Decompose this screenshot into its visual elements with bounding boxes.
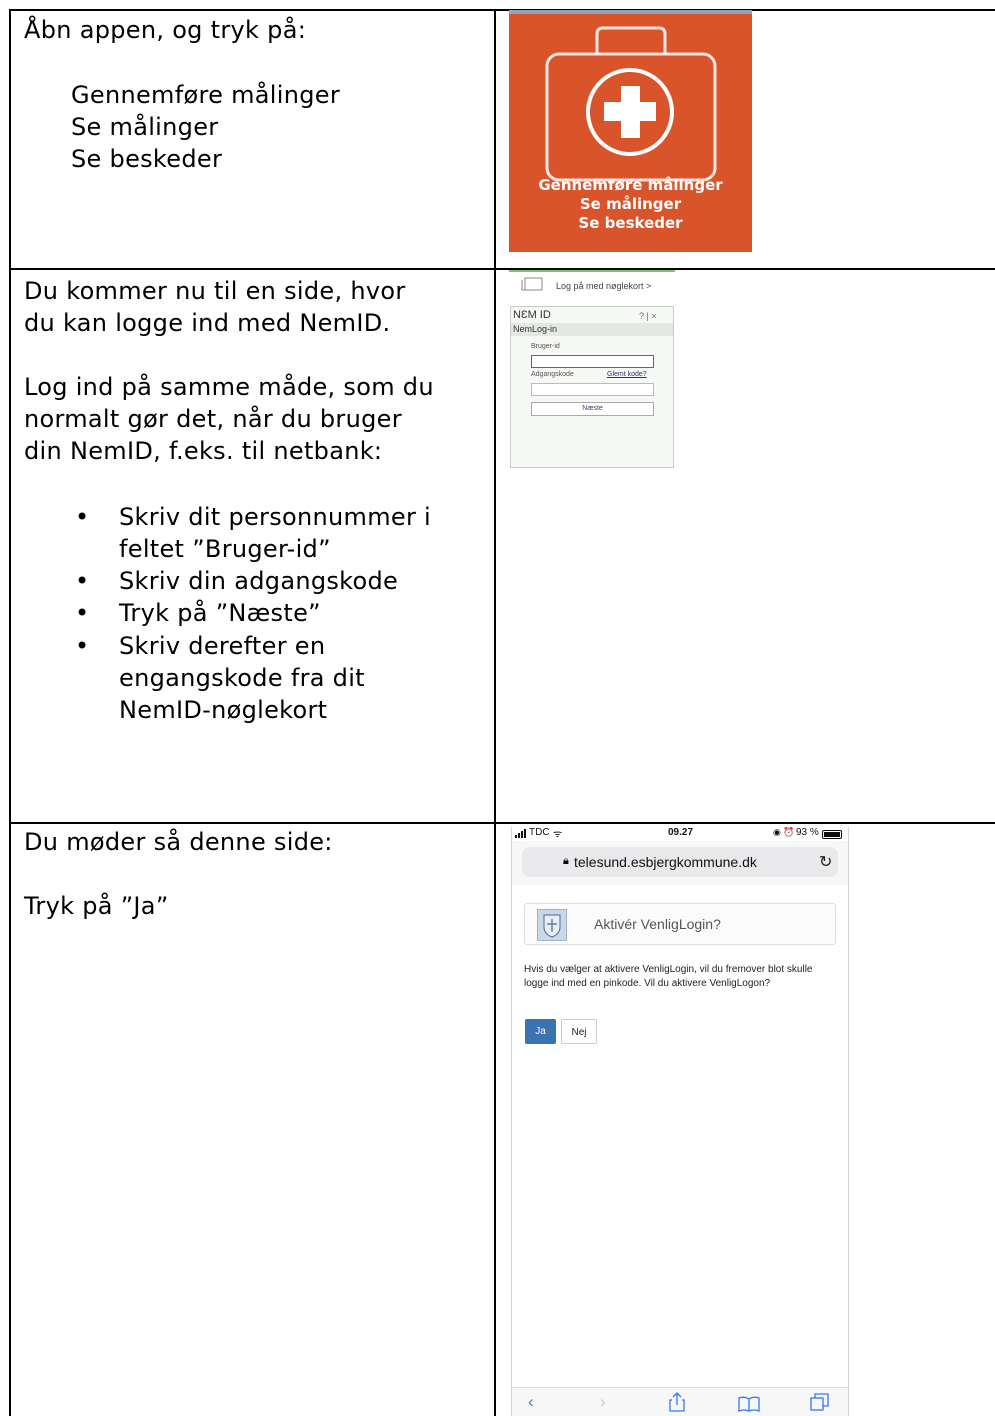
- bullet-1-line-1: Skriv dit personnummer i: [119, 503, 432, 531]
- bookmarks-icon[interactable]: [738, 1396, 760, 1412]
- row1-option-2: Se målinger: [71, 113, 219, 141]
- url-text: telesund.esbjergkommune.dk: [574, 854, 757, 870]
- row3-action: Tryk på ”Ja”: [24, 892, 169, 920]
- app-icon-label-3: Se beskeder: [578, 214, 683, 232]
- app-icon-label-2: Se målinger: [579, 195, 682, 213]
- alarm-icon: ◉ ⏰: [773, 827, 795, 837]
- table-border-top: [9, 9, 995, 11]
- tabs-icon[interactable]: [810, 1392, 830, 1412]
- instruction-table: Åbn appen, og tryk på: Gennemføre måling…: [0, 0, 995, 1416]
- venliglogin-panel: Aktivér VenligLogin?: [524, 903, 836, 945]
- nemid-password-input[interactable]: [531, 383, 654, 396]
- phone-screenshot: TDC ᯤ 09.27 ◉ ⏰ 93 % 🔒︎ telesund.esbjerg…: [511, 827, 849, 1416]
- row2-intro-line-2: du kan logge ind med NemID.: [24, 309, 391, 337]
- bullet-dot-3: •: [75, 599, 90, 627]
- municipality-crest-icon: [537, 909, 567, 941]
- carrier-name: TDC: [529, 827, 550, 838]
- row2-intro-line-1: Du kommer nu til en side, hvor: [24, 277, 406, 305]
- battery-percent: 93 %: [796, 827, 819, 838]
- bullet-4-line-3: NemID-nøglekort: [119, 696, 328, 724]
- bullet-3-line-1: Tryk på ”Næste”: [119, 599, 321, 627]
- nemid-keycard-link[interactable]: Log på med nøglekort >: [556, 281, 651, 291]
- table-border-left: [9, 9, 11, 1416]
- forward-icon[interactable]: ›: [600, 1392, 606, 1412]
- row2-para-line-2: normalt gør det, når du bruger: [24, 405, 402, 433]
- row-divider-2: [9, 822, 995, 824]
- yes-button[interactable]: Ja: [525, 1019, 556, 1044]
- first-aid-kit-icon: [545, 26, 717, 182]
- bullet-2-line-1: Skriv din adgangskode: [119, 567, 399, 595]
- venliglogin-message: Hvis du vælger at aktivere VenligLogin, …: [524, 964, 813, 989]
- clock: 09.27: [668, 827, 694, 838]
- app-icon-label-1: Gennemføre målinger: [538, 176, 723, 194]
- url-bar: 🔒︎ telesund.esbjergkommune.dk ↻: [512, 841, 848, 885]
- nemid-subtitle: NemLog-in: [511, 323, 673, 336]
- keycard-icon: [521, 277, 543, 291]
- row1-option-3: Se beskeder: [71, 145, 223, 173]
- bullet-dot-2: •: [75, 567, 90, 595]
- bullet-1-line-2: feltet ”Bruger-id”: [119, 535, 331, 563]
- safari-toolbar: ‹ ›: [512, 1387, 848, 1416]
- row-divider-1: [9, 268, 995, 270]
- nemid-user-label: Bruger-id: [531, 343, 560, 350]
- signal-icon: [515, 829, 526, 838]
- nemid-password-label: Adgangskode: [531, 371, 574, 378]
- nemid-next-button[interactable]: Næste: [531, 402, 654, 416]
- row2-para-line-1: Log ind på samme måde, som du: [24, 373, 434, 401]
- row3-intro: Du møder så denne side:: [24, 828, 333, 856]
- nemid-user-input[interactable]: [531, 355, 654, 368]
- nemid-login-card: NƐM ID ? | × NemLog-in Bruger-id Adgangs…: [510, 306, 674, 468]
- row1-intro: Åbn appen, og tryk på:: [24, 16, 307, 44]
- nemid-header-controls[interactable]: ? | ×: [639, 311, 657, 321]
- lock-icon: 🔒︎: [563, 855, 569, 867]
- bullet-4-line-2: engangskode fra dit: [119, 664, 365, 692]
- column-divider: [494, 9, 496, 1416]
- app-icon: Gennemføre målinger Se målinger Se beske…: [509, 10, 752, 252]
- reload-icon[interactable]: ↻: [819, 852, 832, 872]
- row2-para-line-3: din NemID, f.eks. til netbank:: [24, 437, 383, 465]
- row1-option-1: Gennemføre målinger: [71, 81, 340, 109]
- url-field[interactable]: 🔒︎ telesund.esbjergkommune.dk ↻: [522, 847, 838, 877]
- battery-icon: [822, 830, 842, 839]
- no-button[interactable]: Nej: [561, 1019, 597, 1044]
- wifi-icon: ᯤ: [553, 829, 563, 840]
- status-bar: TDC ᯤ 09.27 ◉ ⏰ 93 %: [512, 827, 848, 841]
- nemid-logo: NƐM ID: [513, 309, 551, 321]
- bullet-4-line-1: Skriv derefter en: [119, 632, 326, 660]
- bullet-dot-1: •: [75, 503, 90, 531]
- bullet-dot-4: •: [75, 632, 90, 660]
- panel-title: Aktivér VenligLogin?: [594, 916, 721, 932]
- nemid-screenshot: Log på med nøglekort > NƐM ID ? | × NemL…: [509, 270, 675, 470]
- share-icon[interactable]: [669, 1392, 685, 1412]
- back-icon[interactable]: ‹: [528, 1392, 534, 1412]
- nemid-top-bar: Log på med nøglekort >: [509, 270, 675, 302]
- nemid-forgot-link[interactable]: Glemt kode?: [607, 371, 647, 378]
